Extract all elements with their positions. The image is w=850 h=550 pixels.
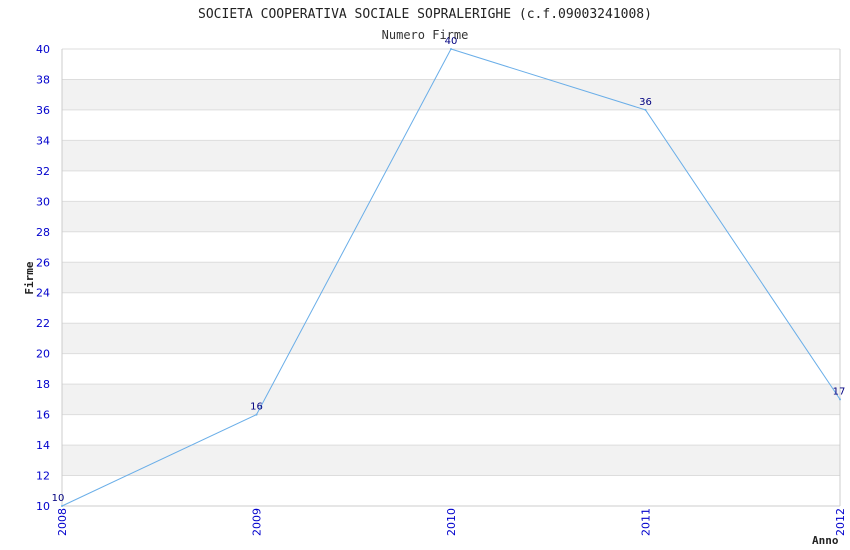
y-tick-label: 26 — [36, 256, 50, 269]
x-axis-label: Anno — [812, 534, 839, 547]
y-tick-label: 22 — [36, 317, 50, 330]
x-tick-labels: 2008 2009 2010 2011 2012 — [56, 508, 847, 536]
y-tick-labels: 10 12 14 16 18 20 22 24 26 28 30 32 34 36 38 40 — [36, 43, 50, 513]
grid-band — [62, 140, 840, 171]
grid-band — [62, 201, 840, 232]
y-tick-label: 32 — [36, 165, 50, 178]
grid-band — [62, 262, 840, 293]
y-tick-label: 36 — [36, 104, 50, 117]
y-tick-label: 14 — [36, 439, 50, 452]
y-tick-label: 12 — [36, 470, 50, 483]
y-axis-label: Firme — [23, 261, 36, 294]
data-point — [644, 108, 647, 111]
background-bands — [62, 79, 840, 476]
data-point — [61, 505, 63, 507]
grid-band — [62, 445, 840, 476]
data-label: 10 — [52, 493, 65, 504]
x-tick-label: 2010 — [445, 508, 458, 536]
y-tick-label: 30 — [36, 195, 50, 208]
data-point — [255, 413, 258, 416]
y-tick-label: 38 — [36, 73, 50, 86]
y-tick-label: 20 — [36, 348, 50, 361]
y-tick-label: 40 — [36, 43, 50, 56]
chart-title: SOCIETA COOPERATIVA SOCIALE SOPRALERIGHE… — [198, 7, 652, 22]
grid-band — [62, 323, 840, 354]
x-tick-label: 2009 — [251, 508, 264, 536]
y-tick-label: 24 — [36, 287, 50, 300]
x-tick-label: 2008 — [56, 508, 69, 536]
y-tick-label: 10 — [36, 500, 50, 513]
line-chart: 10121416182022242628303234363840 2008 200… — [23, 7, 847, 547]
data-label: 16 — [250, 402, 263, 413]
y-tick-label: 34 — [36, 134, 50, 147]
data-label: 36 — [639, 97, 652, 108]
data-label: 17 — [833, 386, 846, 397]
y-tick-label: 28 — [36, 226, 50, 239]
data-point — [839, 398, 841, 401]
x-tick-label: 2012 — [834, 508, 847, 536]
grid-band — [62, 384, 840, 415]
y-tick-label: 16 — [36, 409, 50, 422]
x-tick-label: 2011 — [640, 508, 653, 536]
data-point — [450, 48, 452, 50]
y-tick-label: 18 — [36, 378, 50, 391]
chart-subtitle: Numero Firme — [382, 28, 469, 42]
grid-band — [62, 79, 840, 110]
